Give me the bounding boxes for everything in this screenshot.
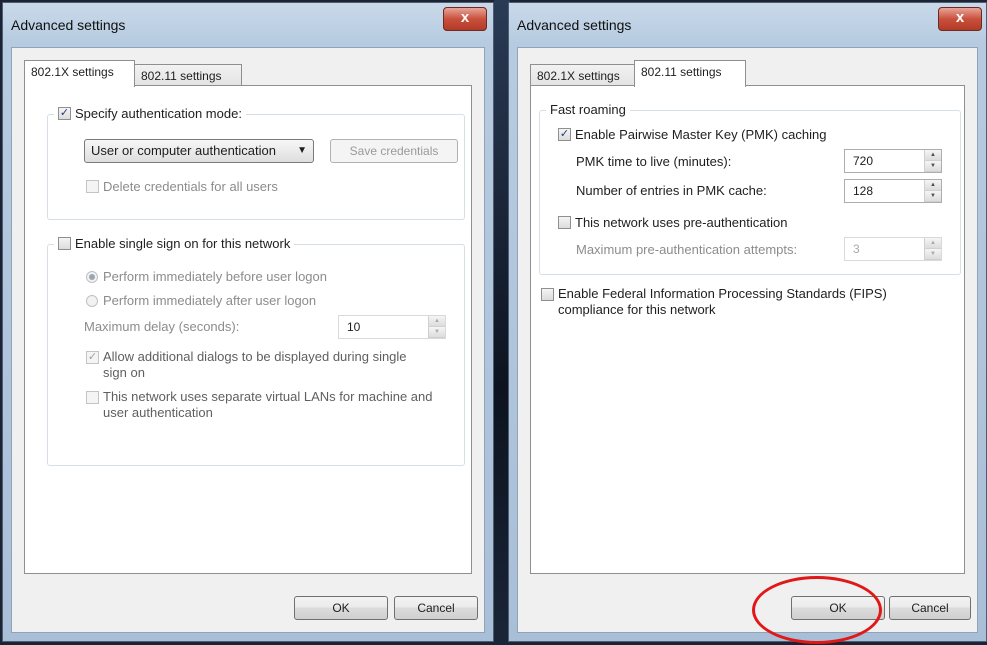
spinner-arrows[interactable]: ▲ ▼ [924,238,941,260]
sso-label: Enable single sign on for this network [75,236,291,251]
specify-auth-mode-label: Specify authentication mode: [75,106,242,121]
fips-checkbox[interactable] [541,288,554,301]
spin-up-icon: ▲ [925,238,941,249]
sso-row[interactable]: Enable single sign on for this network [54,236,295,251]
pmk-ttl-spinner[interactable]: 720 ▲ ▼ [844,149,942,173]
spin-down-icon: ▼ [429,327,445,338]
advanced-settings-dialog-1x: Advanced settings x 802.1X settings 802.… [2,2,494,642]
cancel-button[interactable]: Cancel [394,596,478,620]
tab-panel-80211: Fast roaming ✓ Enable Pairwise Master Ke… [530,85,965,574]
pmk-entries-label: Number of entries in PMK cache: [576,183,767,198]
pmk-ttl-value: 720 [853,154,874,168]
allow-dialogs-label: Allow additional dialogs to be displayed… [103,349,407,380]
dialog-title: Advanced settings [11,17,126,33]
close-button[interactable]: x [443,7,487,31]
delete-credentials-checkbox[interactable] [86,180,99,193]
fips-label: Enable Federal Information Processing St… [558,286,887,317]
preauth-label: This network uses pre-authentication [575,215,788,230]
tab-80211-settings[interactable]: 802.11 settings [634,60,746,87]
advanced-settings-dialog-80211: Advanced settings x 802.1X settings 802.… [508,2,987,642]
tab-8021x-settings[interactable]: 802.1X settings [530,64,636,86]
spin-down-icon: ▼ [925,249,941,260]
delete-credentials-row[interactable]: Delete credentials for all users [86,179,278,194]
delete-credentials-label: Delete credentials for all users [103,179,278,194]
save-credentials-button[interactable]: Save credentials [330,139,458,163]
max-preauth-row: Maximum pre-authentication attempts: [576,242,797,257]
auth-mode-group: ✓ Specify authentication mode: User or c… [47,106,465,220]
separate-vlans-row[interactable]: This network uses separate virtual LANs … [86,389,433,421]
perform-after-radio[interactable] [86,294,98,307]
specify-auth-mode-row[interactable]: ✓ Specify authentication mode: [54,106,246,121]
cancel-button[interactable]: Cancel [889,596,971,620]
max-preauth-value: 3 [853,242,860,256]
fast-roaming-group: Fast roaming ✓ Enable Pairwise Master Ke… [539,102,961,275]
fast-roaming-label: Fast roaming [550,102,626,117]
close-icon: x [460,9,470,26]
pmk-entries-spinner[interactable]: 128 ▲ ▼ [844,179,942,203]
ok-button[interactable]: OK [294,596,388,620]
title-bar[interactable]: Advanced settings x [509,3,986,47]
spin-up-icon: ▲ [429,316,445,327]
separate-vlans-label: This network uses separate virtual LANs … [103,389,433,420]
pmk-caching-checkbox[interactable]: ✓ [558,128,571,141]
fast-roaming-legend: Fast roaming [546,102,630,117]
dialog-client-area: 802.1X settings 802.11 settings Fast roa… [517,47,978,633]
dialog-title: Advanced settings [517,17,632,33]
perform-before-label: Perform immediately before user logon [103,269,327,284]
chevron-down-icon: ▼ [297,145,307,156]
spinner-arrows[interactable]: ▲ ▼ [924,150,941,172]
pmk-ttl-row: PMK time to live (minutes): [576,154,731,169]
max-preauth-label: Maximum pre-authentication attempts: [576,242,798,257]
pmk-caching-row[interactable]: ✓ Enable Pairwise Master Key (PMK) cachi… [558,127,826,142]
max-preauth-spinner[interactable]: 3 ▲ ▼ [844,237,942,261]
spinner-arrows[interactable]: ▲ ▼ [428,316,445,338]
tab-80211-settings[interactable]: 802.11 settings [134,64,242,86]
spin-up-icon: ▲ [925,150,941,161]
specify-auth-mode-checkbox[interactable]: ✓ [58,107,71,120]
max-delay-label: Maximum delay (seconds): [84,319,240,334]
sso-group: Enable single sign on for this network P… [47,236,465,466]
sso-checkbox[interactable] [58,237,71,250]
spin-up-icon: ▲ [925,180,941,191]
pmk-ttl-label: PMK time to live (minutes): [576,154,732,169]
perform-after-row[interactable]: Perform immediately after user logon [86,293,316,308]
allow-dialogs-checkbox[interactable]: ✓ [86,351,99,364]
auth-mode-select[interactable]: User or computer authentication ▼ [84,139,314,163]
preauth-row[interactable]: This network uses pre-authentication [558,215,787,230]
tab-panel-8021x: ✓ Specify authentication mode: User or c… [24,85,472,574]
perform-before-radio[interactable] [86,270,98,283]
perform-after-label: Perform immediately after user logon [103,293,317,308]
max-delay-spinner[interactable]: 10 ▲ ▼ [338,315,446,339]
pmk-entries-value: 128 [853,184,874,198]
max-delay-row: Maximum delay (seconds): [84,319,239,334]
title-bar[interactable]: Advanced settings x [3,3,493,47]
pmk-caching-label: Enable Pairwise Master Key (PMK) caching [575,127,827,142]
spinner-arrows[interactable]: ▲ ▼ [924,180,941,202]
ok-button[interactable]: OK [791,596,885,620]
fips-row[interactable]: Enable Federal Information Processing St… [541,286,928,318]
close-icon: x [955,9,965,26]
pmk-entries-row: Number of entries in PMK cache: [576,183,767,198]
tab-8021x-settings[interactable]: 802.1X settings [24,60,135,87]
preauth-checkbox[interactable] [558,216,571,229]
max-delay-value: 10 [347,320,361,334]
auth-mode-value: User or computer authentication [91,143,276,158]
allow-dialogs-row[interactable]: ✓ Allow additional dialogs to be display… [86,349,433,381]
close-button[interactable]: x [938,7,982,31]
dialog-client-area: 802.1X settings 802.11 settings ✓ Specif… [11,47,485,633]
separate-vlans-checkbox[interactable] [86,391,99,404]
perform-before-row[interactable]: Perform immediately before user logon [86,269,327,284]
spin-down-icon: ▼ [925,161,941,172]
spin-down-icon: ▼ [925,191,941,202]
